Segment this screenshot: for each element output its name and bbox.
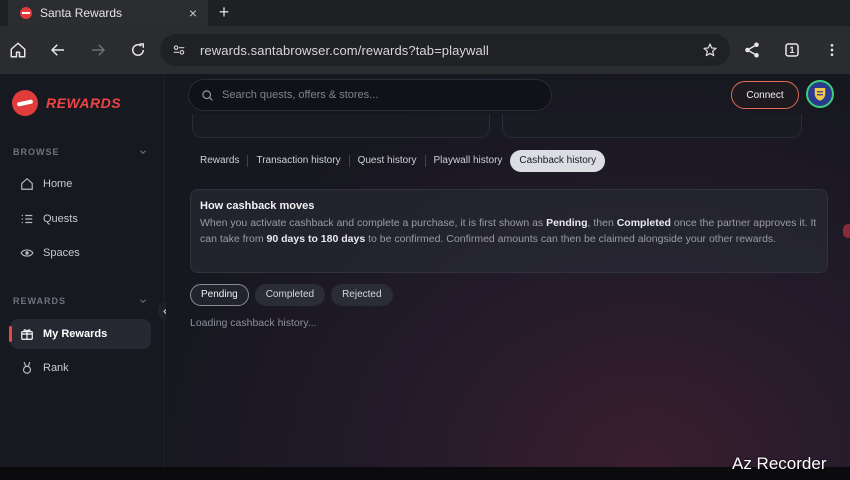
- info-text-part: When you activate cashback and complete …: [200, 217, 547, 229]
- browser-tab[interactable]: Santa Rewards ×: [8, 0, 208, 26]
- sidebar-item-home[interactable]: Home: [10, 169, 151, 199]
- section-label: REWARDS: [13, 296, 67, 306]
- forward-button[interactable]: [86, 38, 110, 62]
- chevron-down-icon: [140, 150, 146, 154]
- loading-text: Loading cashback history...: [190, 317, 317, 329]
- tab-quest-history[interactable]: Quest history: [350, 150, 425, 172]
- new-tab-button[interactable]: +: [214, 0, 234, 26]
- logo-text: REWARDS: [46, 95, 122, 111]
- search-icon: [202, 89, 213, 101]
- tab-close-icon[interactable]: ×: [186, 5, 200, 21]
- sidebar-item-label: Quests: [43, 213, 78, 225]
- reload-icon: [132, 43, 144, 56]
- sidebar-item-label: Rank: [43, 362, 69, 374]
- crest-avatar-icon: [814, 88, 826, 101]
- rewards-app: REWARDS BROWSE Home Quests Spaces REWARD…: [0, 74, 850, 467]
- search-box[interactable]: [188, 79, 552, 111]
- avatar[interactable]: [806, 80, 834, 108]
- santa-logo-icon: [12, 90, 38, 116]
- info-bold-pending: Pending: [546, 217, 588, 229]
- home-icon: [20, 177, 34, 191]
- list-icon: [20, 212, 34, 226]
- tab-transaction-history[interactable]: Transaction history: [248, 150, 348, 172]
- url-text[interactable]: rewards.santabrowser.com/rewards?tab=pla…: [200, 43, 702, 58]
- home-button[interactable]: [6, 38, 30, 62]
- home-icon: [10, 42, 26, 58]
- tab-count: 1: [789, 45, 795, 55]
- sidebar: REWARDS BROWSE Home Quests Spaces REWARD…: [0, 74, 165, 467]
- recorder-watermark: Az Recorder: [732, 454, 827, 473]
- info-bold-completed: Completed: [616, 217, 671, 229]
- logo[interactable]: REWARDS: [12, 90, 121, 116]
- sidebar-item-rank[interactable]: Rank: [10, 353, 151, 383]
- medal-icon: [20, 361, 34, 375]
- address-bar[interactable]: rewards.santabrowser.com/rewards?tab=pla…: [160, 34, 730, 66]
- tab-switcher-button[interactable]: 1: [780, 38, 804, 62]
- edge-handle[interactable]: [843, 224, 850, 238]
- status-filters: Pending Completed Rejected: [190, 284, 399, 306]
- more-vertical-icon: [830, 44, 834, 56]
- eye-icon: [20, 246, 34, 260]
- topbar: Connect: [166, 74, 850, 116]
- info-text-part: to be confirmed. Confirmed amounts can t…: [365, 232, 777, 245]
- section-browse-header[interactable]: BROWSE: [13, 147, 148, 157]
- info-bold-duration: 90 days to 180 days: [266, 232, 366, 245]
- share-button[interactable]: [740, 38, 764, 62]
- main-content: Connect Rewards Transaction history Ques…: [166, 74, 850, 467]
- tab-rewards[interactable]: Rewards: [192, 150, 247, 172]
- sidebar-item-label: Home: [43, 178, 73, 190]
- stat-card: [502, 114, 802, 138]
- connect-button[interactable]: Connect: [731, 81, 799, 109]
- browser-menu-button[interactable]: [820, 38, 844, 62]
- site-settings-icon[interactable]: [172, 43, 186, 57]
- reload-button[interactable]: [126, 38, 150, 62]
- chevron-down-icon: [140, 299, 146, 303]
- info-title: How cashback moves: [200, 200, 315, 212]
- sidebar-item-my-rewards[interactable]: My Rewards: [9, 319, 151, 349]
- stat-card: [192, 114, 490, 138]
- info-text: When you activate cashback and complete …: [200, 216, 818, 247]
- sidebar-item-spaces[interactable]: Spaces: [10, 238, 151, 268]
- browser-tabstrip: Santa Rewards × +: [0, 0, 850, 26]
- filter-completed[interactable]: Completed: [254, 284, 326, 306]
- gift-icon: [20, 327, 34, 341]
- back-button[interactable]: [46, 38, 70, 62]
- sidebar-item-quests[interactable]: Quests: [10, 204, 151, 234]
- arrow-right-icon: [92, 44, 106, 56]
- info-text-part: , then: [587, 217, 617, 229]
- browser-toolbar: rewards.santabrowser.com/rewards?tab=pla…: [0, 26, 850, 74]
- section-label: BROWSE: [13, 147, 60, 157]
- system-bottom-bar: [0, 467, 850, 480]
- tab-title: Santa Rewards: [40, 6, 123, 20]
- cashback-info-card: How cashback moves When you activate cas…: [190, 189, 828, 273]
- sidebar-item-label: Spaces: [43, 247, 80, 259]
- history-tabs: Rewards Transaction history Quest histor…: [192, 150, 606, 172]
- bookmark-star-icon[interactable]: [702, 42, 718, 58]
- search-input[interactable]: [222, 89, 522, 101]
- share-icon: [745, 42, 759, 58]
- filter-pending[interactable]: Pending: [190, 284, 249, 306]
- santa-favicon-icon: [20, 7, 32, 19]
- sidebar-item-label: My Rewards: [43, 328, 108, 340]
- section-rewards-header[interactable]: REWARDS: [13, 296, 148, 306]
- tab-cashback-history[interactable]: Cashback history: [510, 150, 606, 172]
- filter-rejected[interactable]: Rejected: [331, 284, 393, 306]
- tab-playwall-history[interactable]: Playwall history: [426, 150, 511, 172]
- arrow-left-icon: [50, 44, 64, 56]
